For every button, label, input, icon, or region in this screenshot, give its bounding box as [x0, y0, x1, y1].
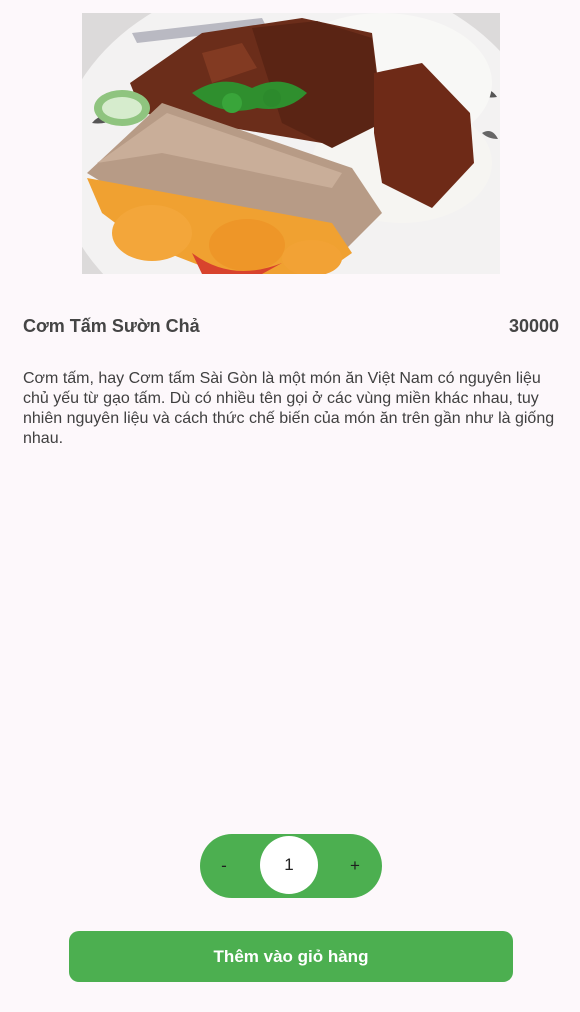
product-name: Cơm Tấm Sườn Chả [23, 316, 200, 336]
quantity-stepper: - 1 + [200, 834, 382, 898]
product-description: Cơm tấm, hay Cơm tấm Sài Gòn là một món … [23, 370, 555, 447]
decrement-button[interactable]: - [200, 834, 248, 898]
quantity-value: 1 [260, 836, 318, 894]
title-row: Cơm Tấm Sườn Chả 30000 [23, 316, 559, 337]
add-to-cart-button[interactable]: Thêm vào giỏ hàng [69, 931, 513, 982]
increment-button[interactable]: + [331, 834, 379, 898]
food-image [82, 13, 500, 274]
product-detail-screen: Cơm Tấm Sườn Chả 30000 Cơm tấm, hay Cơm … [0, 0, 580, 1012]
product-price: 30000 [508, 316, 559, 336]
